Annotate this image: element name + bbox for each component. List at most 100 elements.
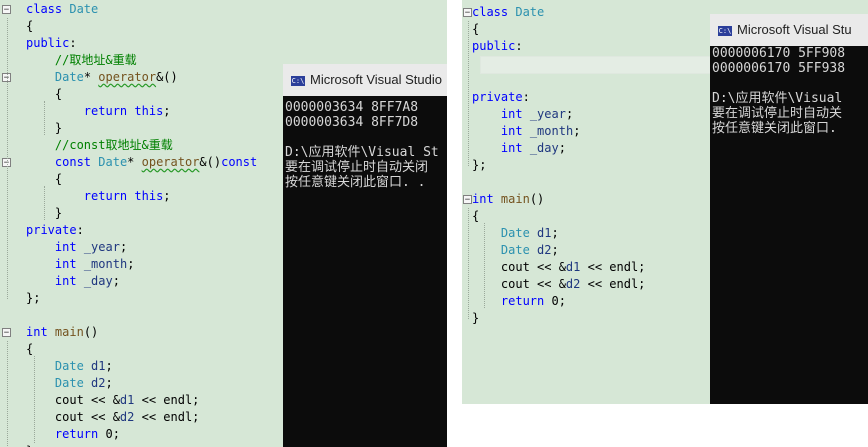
code-line[interactable]: { xyxy=(472,208,479,225)
code-line[interactable]: int _year; xyxy=(472,106,573,123)
outline-guide xyxy=(7,341,8,447)
console-titlebar-left[interactable]: C:\ Microsoft Visual Studio xyxy=(283,64,447,96)
code-line[interactable]: cout << &d2 << endl; xyxy=(472,276,646,293)
code-token: : xyxy=(69,36,77,50)
code-line[interactable]: int _year; xyxy=(26,239,127,256)
code-line[interactable]: private: xyxy=(472,89,530,106)
code-line[interactable]: cout << &d1 << endl; xyxy=(472,259,646,276)
code-token: { xyxy=(26,172,63,186)
code-line[interactable]: public: xyxy=(26,35,77,52)
code-line[interactable]: //const取地址&重载 xyxy=(26,137,173,154)
code-line[interactable]: int _day; xyxy=(26,273,120,290)
code-token: d2 xyxy=(565,277,581,291)
collapse-icon[interactable]: − xyxy=(463,195,472,205)
code-token: d2 xyxy=(91,376,106,390)
code-token: Date xyxy=(98,155,128,169)
code-token: ; xyxy=(551,243,559,257)
code-token: public xyxy=(472,39,516,53)
collapse-icon[interactable]: − xyxy=(2,328,11,338)
code-token: << endl; xyxy=(580,277,646,291)
code-line[interactable]: { xyxy=(26,341,33,358)
code-token: : xyxy=(522,90,530,104)
console-titlebar-right[interactable]: C:\ Microsoft Visual Stu xyxy=(710,14,868,46)
code-token: * xyxy=(127,155,142,169)
code-line[interactable]: Date d1; xyxy=(472,225,559,242)
code-token: return xyxy=(54,427,99,441)
code-token: ; xyxy=(119,240,128,254)
outline-guide xyxy=(468,208,469,319)
code-editor-right[interactable]: class Date{public: private: int _year; in… xyxy=(462,0,868,404)
code-token: d1 xyxy=(565,260,581,274)
console-app-icon: C:\ xyxy=(291,75,305,86)
console-window-left[interactable]: C:\ Microsoft Visual Studio 0000003634 8F… xyxy=(283,64,447,447)
outline-guide xyxy=(7,18,8,299)
code-token: _year xyxy=(83,240,120,254)
code-line[interactable]: }; xyxy=(26,290,40,307)
code-token: } xyxy=(472,311,480,325)
code-token: _day xyxy=(83,274,113,288)
code-token: { xyxy=(472,209,480,223)
code-line[interactable]: } xyxy=(26,443,33,447)
code-line[interactable]: Date d2; xyxy=(26,375,113,392)
outline-guide xyxy=(468,21,469,166)
code-line[interactable]: int main() xyxy=(472,191,544,208)
code-editor-left[interactable]: class Date{public: //取地址&重载 Date* operat… xyxy=(0,0,447,447)
code-line[interactable]: return 0; xyxy=(26,426,120,443)
code-token: { xyxy=(26,342,34,356)
code-token: int xyxy=(54,257,77,271)
code-line[interactable]: Date* operator&() xyxy=(26,69,178,86)
code-line[interactable]: return this; xyxy=(26,188,171,205)
code-token: return xyxy=(500,294,545,308)
code-token: ; xyxy=(558,141,566,155)
console-output-right: 0000006170 5FF908 0000006170 5FF938 D:\应… xyxy=(712,46,846,136)
code-line[interactable]: int _month; xyxy=(26,256,135,273)
code-line[interactable]: int _month; xyxy=(472,123,581,140)
code-line[interactable]: cout << &d2 << endl; xyxy=(26,409,200,426)
code-line[interactable]: Date d1; xyxy=(26,358,113,375)
code-token: ; xyxy=(565,107,574,121)
code-line[interactable]: int main() xyxy=(26,324,98,341)
code-line[interactable]: class Date xyxy=(472,4,544,21)
code-line[interactable]: class Date xyxy=(26,1,98,18)
code-token: cout << & xyxy=(472,277,566,291)
code-line[interactable]: //取地址&重载 xyxy=(26,52,137,69)
code-token: () xyxy=(83,325,99,339)
code-token: &() xyxy=(156,70,178,84)
code-token: Date xyxy=(515,5,545,19)
collapse-icon[interactable]: − xyxy=(2,5,11,15)
code-token: 0; xyxy=(98,427,120,441)
code-line[interactable]: public: xyxy=(472,38,523,55)
code-line[interactable]: } xyxy=(472,310,479,327)
code-line[interactable]: int _day; xyxy=(472,140,566,157)
code-token: ; xyxy=(105,359,113,373)
code-token: _day xyxy=(529,141,559,155)
code-line[interactable]: return this; xyxy=(26,103,171,120)
console-window-right[interactable]: C:\ Microsoft Visual Stu 0000006170 5FF90… xyxy=(710,14,868,404)
code-line[interactable]: cout << &d1 << endl; xyxy=(26,392,200,409)
code-token: private xyxy=(472,90,523,104)
code-line[interactable]: Date d2; xyxy=(472,242,559,259)
code-line[interactable]: { xyxy=(472,21,479,38)
code-line[interactable]: const Date* operator&()const xyxy=(26,154,257,171)
code-token: operator xyxy=(98,70,157,84)
code-line[interactable]: private: xyxy=(26,222,84,239)
collapse-icon[interactable]: − xyxy=(463,8,472,18)
code-token: _month xyxy=(529,124,574,138)
code-line[interactable]: return 0; xyxy=(472,293,566,310)
code-line[interactable]: }; xyxy=(472,157,486,174)
code-line[interactable]: { xyxy=(26,18,33,35)
